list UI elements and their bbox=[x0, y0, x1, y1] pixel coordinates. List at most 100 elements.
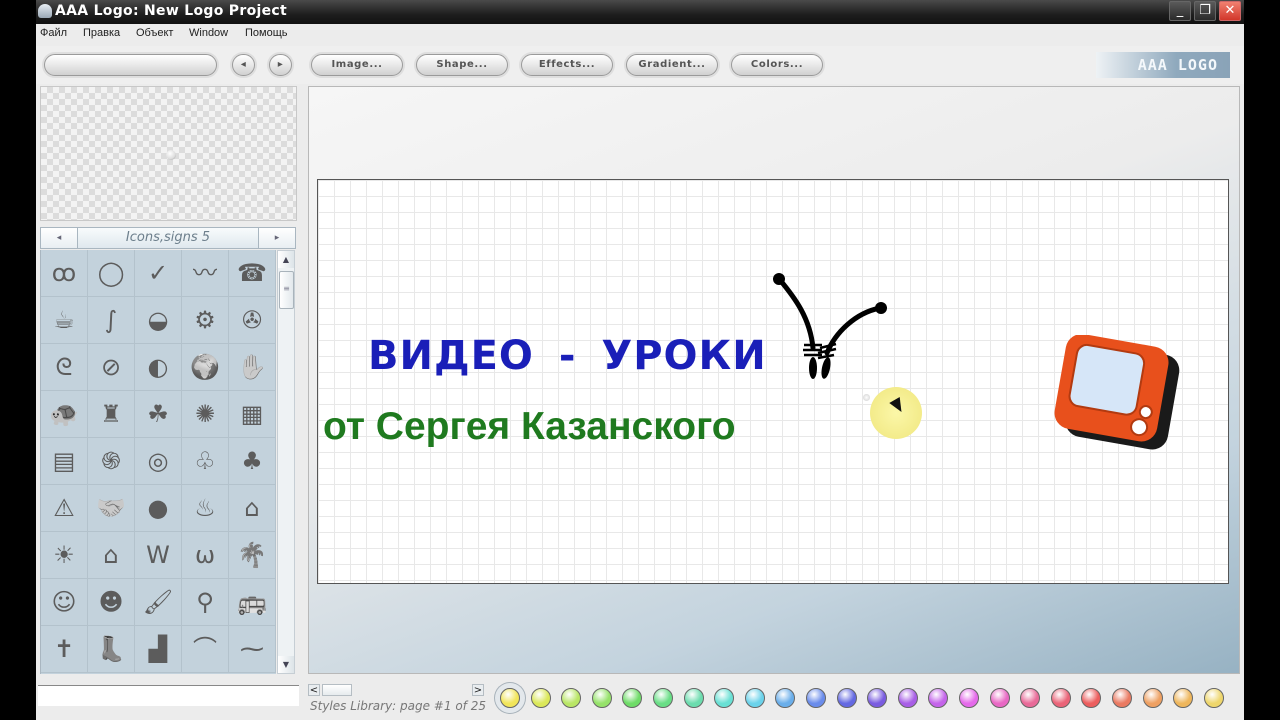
library-icon-fire-circle[interactable]: ● bbox=[135, 485, 182, 532]
color-swatch[interactable] bbox=[1050, 688, 1071, 708]
library-icon-spiral[interactable]: ֍ bbox=[88, 438, 135, 485]
color-swatch[interactable] bbox=[1112, 688, 1132, 708]
library-icon-three-faces[interactable]: ꝏ bbox=[41, 250, 88, 297]
tv-icon[interactable] bbox=[1048, 335, 1188, 460]
color-swatch[interactable] bbox=[653, 688, 673, 708]
color-swatch[interactable] bbox=[683, 688, 704, 708]
menu-edit[interactable]: Правка bbox=[83, 27, 120, 39]
library-next-button[interactable]: ▸ bbox=[258, 228, 295, 248]
color-swatch[interactable] bbox=[500, 688, 520, 708]
library-icon-palm-tree[interactable]: 🌴 bbox=[229, 532, 276, 579]
logo-text-line2[interactable]: от Сергея Казанского bbox=[323, 405, 736, 449]
color-swatch[interactable] bbox=[591, 688, 612, 708]
library-icon-swirl-circle[interactable]: ✇ bbox=[229, 297, 276, 344]
library-icon-moon-phase[interactable]: ◐ bbox=[135, 344, 182, 391]
color-swatch[interactable] bbox=[1142, 688, 1163, 708]
library-icon-fire-warning[interactable]: ⚠ bbox=[41, 485, 88, 532]
menu-object[interactable]: Объект bbox=[136, 27, 173, 39]
gradient-button[interactable]: Gradient... bbox=[626, 54, 718, 76]
color-swatch[interactable] bbox=[989, 688, 1010, 708]
library-icon-schoolhouse[interactable]: ⌂ bbox=[229, 485, 276, 532]
minimize-button[interactable]: _ bbox=[1169, 1, 1191, 21]
color-swatch[interactable] bbox=[744, 688, 765, 708]
library-icon-clover[interactable]: ☘ bbox=[135, 391, 182, 438]
library-icon-stick-figure[interactable]: ✝ bbox=[41, 626, 88, 673]
library-icon-handshake[interactable]: 🤝 bbox=[88, 485, 135, 532]
library-icon-swoosh[interactable]: ✓ bbox=[135, 250, 182, 297]
library-icon-handprint[interactable]: ✋ bbox=[229, 344, 276, 391]
color-swatch[interactable] bbox=[867, 688, 888, 708]
color-swatch[interactable] bbox=[897, 688, 918, 708]
menu-file[interactable]: Файл bbox=[40, 27, 67, 39]
color-swatch[interactable] bbox=[1020, 688, 1041, 708]
scroll-thumb[interactable]: ≡ bbox=[279, 271, 294, 309]
library-icon-bus[interactable]: 🚌 bbox=[229, 579, 276, 626]
scroll-up-button[interactable]: ▲ bbox=[278, 251, 294, 268]
color-swatch[interactable] bbox=[714, 688, 735, 708]
library-icon-girl-face-filled[interactable]: ☻ bbox=[88, 579, 135, 626]
library-icon-splat[interactable]: ✺ bbox=[182, 391, 229, 438]
library-icon-curl[interactable]: ᘓ bbox=[41, 344, 88, 391]
styles-next-page-button[interactable]: > bbox=[472, 684, 484, 696]
library-icon-spiral-2[interactable]: ◎ bbox=[135, 438, 182, 485]
library-icon-wing-w-2[interactable]: ѡ bbox=[182, 532, 229, 579]
library-icon-wing-w[interactable]: W bbox=[135, 532, 182, 579]
color-swatch[interactable] bbox=[806, 688, 826, 708]
library-icon-crown-line[interactable]: ⁓ bbox=[229, 626, 276, 673]
logo-canvas[interactable]: ВИДЕО - УРОКИ от Сергея Казанского bbox=[317, 179, 1229, 584]
logo-text-line1[interactable]: ВИДЕО - УРОКИ bbox=[368, 333, 767, 379]
library-icon-paint-brush[interactable]: 🖌 bbox=[135, 579, 182, 626]
color-swatch[interactable] bbox=[959, 688, 979, 708]
library-icon-gears[interactable]: ⚙ bbox=[182, 297, 229, 344]
close-button[interactable]: ✕ bbox=[1219, 1, 1241, 21]
library-icon-boot[interactable]: 👢 bbox=[88, 626, 135, 673]
color-swatch[interactable] bbox=[622, 688, 643, 708]
library-icon-tree-outline[interactable]: ♧ bbox=[182, 438, 229, 485]
title-bar[interactable]: AAA Logo: New Logo Project _ ❐ ✕ bbox=[36, 0, 1244, 24]
scroll-down-button[interactable]: ▼ bbox=[278, 656, 294, 673]
styles-scroll-thumb[interactable] bbox=[322, 684, 352, 696]
color-swatch[interactable] bbox=[1173, 688, 1194, 708]
library-icon-flames[interactable]: ♨ bbox=[182, 485, 229, 532]
library-icon-telephone[interactable]: ☎ bbox=[229, 250, 276, 297]
library-icon-teacup[interactable]: ◒ bbox=[135, 297, 182, 344]
library-icon-squiggle[interactable]: ∫ bbox=[88, 297, 135, 344]
library-icon-brick-wall[interactable]: ▦ bbox=[229, 391, 276, 438]
styles-prev-page-button[interactable]: < bbox=[308, 684, 320, 696]
next-object-button[interactable]: ▸ bbox=[269, 54, 292, 76]
color-swatch[interactable] bbox=[836, 688, 857, 708]
library-prev-button[interactable]: ◂ bbox=[41, 228, 78, 248]
library-search-field[interactable] bbox=[38, 685, 299, 706]
library-icon-turtle[interactable]: 🐢 bbox=[41, 391, 88, 438]
library-icon-tree[interactable]: ♣ bbox=[229, 438, 276, 485]
library-icon-sun-house[interactable]: ☀ bbox=[41, 532, 88, 579]
library-icon-boot-2[interactable]: ▟ bbox=[135, 626, 182, 673]
ornament-shape[interactable] bbox=[770, 268, 894, 384]
color-swatch[interactable] bbox=[561, 688, 582, 708]
shape-button[interactable]: Shape... bbox=[416, 54, 508, 76]
library-icon-no-smoking[interactable]: ⊘ bbox=[88, 344, 135, 391]
library-scrollbar[interactable]: ▲ ≡ ▼ bbox=[277, 250, 295, 674]
library-icon-ring[interactable]: ◯ bbox=[88, 250, 135, 297]
color-swatch[interactable] bbox=[1081, 688, 1102, 708]
library-icon-castle-person[interactable]: ♜ bbox=[88, 391, 135, 438]
restore-button[interactable]: ❐ bbox=[1194, 1, 1216, 21]
library-icon-house[interactable]: ⌂ bbox=[88, 532, 135, 579]
library-icon-wave[interactable]: 〰 bbox=[182, 250, 229, 297]
color-swatch[interactable] bbox=[1203, 688, 1224, 708]
library-icon-globe[interactable]: 🌍 bbox=[182, 344, 229, 391]
library-icon-calculator[interactable]: ▤ bbox=[41, 438, 88, 485]
image-button[interactable]: Image... bbox=[311, 54, 403, 76]
library-icon-arc[interactable]: ⌒ bbox=[182, 626, 229, 673]
color-swatch[interactable] bbox=[530, 688, 551, 708]
colors-button[interactable]: Colors... bbox=[731, 54, 823, 76]
color-swatch[interactable] bbox=[928, 688, 949, 708]
effects-button[interactable]: Effects... bbox=[521, 54, 613, 76]
menu-window[interactable]: Window bbox=[189, 27, 228, 39]
styles-scrollbar[interactable]: < > bbox=[308, 684, 484, 696]
menu-help[interactable]: Помощь bbox=[245, 27, 288, 39]
library-icon-coffee-cup-box[interactable]: ☕ bbox=[41, 297, 88, 344]
library-icon-girl-face[interactable]: ☺ bbox=[41, 579, 88, 626]
previous-object-button[interactable]: ◂ bbox=[232, 54, 255, 76]
library-icon-plunger[interactable]: ⚲ bbox=[182, 579, 229, 626]
